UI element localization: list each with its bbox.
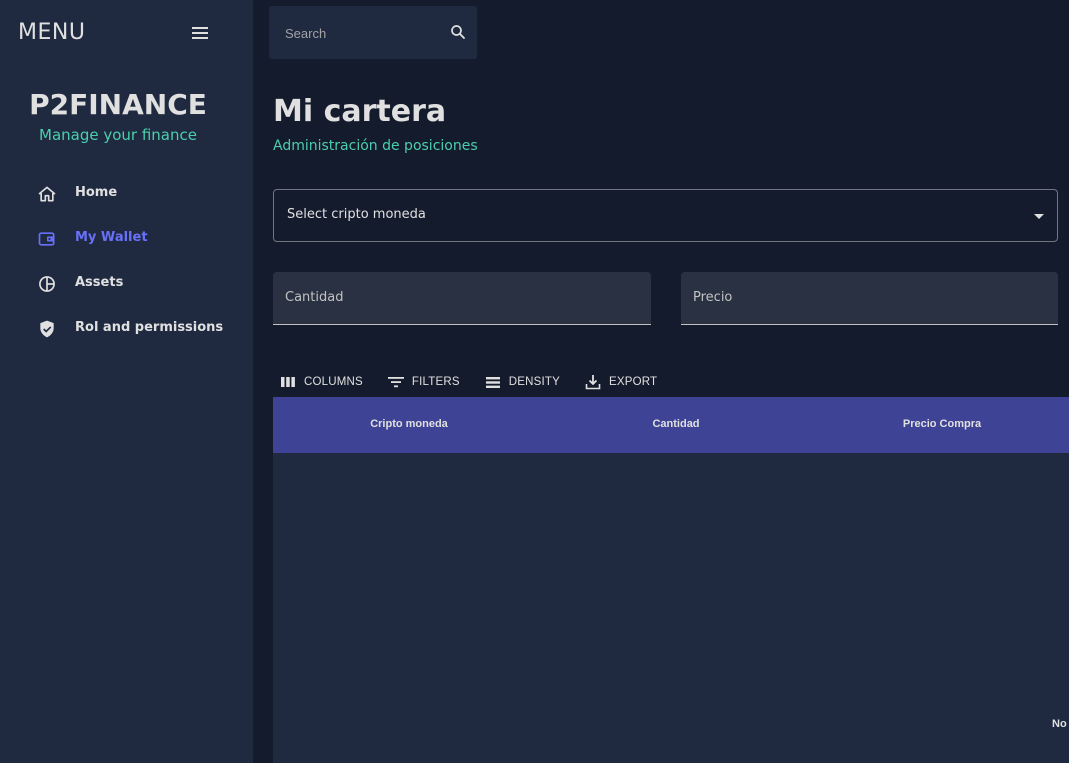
menu-title: MENU	[18, 20, 86, 45]
wallet-icon	[36, 228, 58, 250]
sidebar-item-label: My Wallet	[75, 230, 148, 245]
export-label: EXPORT	[609, 376, 658, 388]
density-icon	[485, 376, 500, 388]
filter-icon	[387, 377, 404, 388]
columns-button[interactable]: COLUMNS	[273, 370, 363, 394]
density-label: DENSITY	[508, 376, 560, 388]
brand-title: P2FINANCE	[29, 88, 207, 121]
sidebar-item-my-wallet[interactable]: My Wallet	[0, 218, 253, 258]
cantidad-field[interactable]: Cantidad	[273, 272, 651, 325]
download-icon	[585, 375, 601, 390]
brand-tagline: Manage your finance	[39, 126, 197, 144]
sidebar-item-label: Rol and permissions	[75, 320, 224, 335]
column-header-precio-compra[interactable]: Precio Compra	[807, 418, 1069, 430]
search-icon[interactable]	[446, 20, 470, 44]
search-input[interactable]	[285, 23, 435, 43]
sidebar-item-assets[interactable]: Assets	[0, 263, 253, 303]
columns-label: COLUMNS	[304, 376, 363, 388]
precio-field[interactable]: Precio	[681, 272, 1058, 325]
menu-header: MENU	[0, 0, 253, 64]
page-subtitle: Administración de posiciones	[273, 138, 478, 154]
page-title: Mi cartera	[273, 94, 447, 129]
sidebar-item-rol-and-permissions[interactable]: Rol and permissions	[0, 308, 253, 348]
crypto-select[interactable]: Select cripto moneda	[273, 189, 1058, 242]
crypto-select-placeholder: Select cripto moneda	[287, 207, 426, 222]
dropdown-arrow-icon	[1034, 214, 1044, 219]
sidebar-item-label: Home	[75, 185, 118, 200]
pie-chart-icon	[36, 273, 58, 295]
shield-icon	[36, 318, 58, 340]
no-rows-message: No	[1052, 718, 1067, 730]
sidebar: MENU P2FINANCE Manage your finance Home	[0, 0, 253, 763]
column-header-cantidad[interactable]: Cantidad	[545, 418, 807, 430]
filters-button[interactable]: FILTERS	[381, 370, 460, 394]
density-button[interactable]: DENSITY	[478, 370, 560, 394]
column-header-cripto-moneda[interactable]: Cripto moneda	[273, 418, 545, 430]
export-button[interactable]: EXPORT	[578, 370, 657, 394]
sidebar-item-home[interactable]: Home	[0, 173, 253, 213]
data-grid: Cripto moneda Cantidad Precio Compra No	[273, 397, 1069, 763]
home-icon	[36, 183, 58, 205]
columns-icon	[281, 377, 295, 387]
cantidad-label: Cantidad	[285, 290, 344, 305]
hamburger-menu-icon[interactable]	[186, 20, 214, 46]
grid-toolbar: COLUMNS FILTERS DENSITY EXPORT	[273, 370, 675, 394]
filters-label: FILTERS	[411, 376, 460, 388]
sidebar-item-label: Assets	[75, 275, 124, 290]
grid-header: Cripto moneda Cantidad Precio Compra	[273, 397, 1069, 453]
precio-label: Precio	[693, 290, 733, 305]
